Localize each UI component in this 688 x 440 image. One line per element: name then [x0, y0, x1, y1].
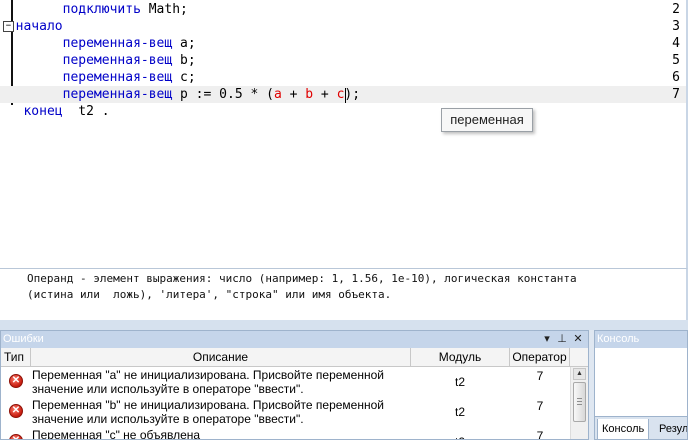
error-module: t2	[411, 435, 509, 439]
keyword-token: переменная-вещ	[62, 36, 173, 51]
errors-panel: Ошибки ▾ ⊥ ✕ Тип Описание Модуль Операто…	[0, 330, 589, 440]
tab-results[interactable]: Резул	[655, 419, 687, 439]
error-description: Переменная "b" не инициализирована. Прис…	[32, 398, 384, 426]
dropdown-icon[interactable]: ▾	[540, 331, 554, 348]
errors-panel-header: Ошибки ▾ ⊥ ✕	[1, 331, 588, 349]
line-number: 4	[672, 36, 680, 51]
scroll-up-arrow-icon[interactable]: ▲	[573, 368, 586, 380]
error-icon: ✕	[9, 374, 23, 388]
identifier-token: b	[305, 87, 314, 102]
code-line-text: подключить Math;	[0, 1, 188, 18]
scroll-thumb[interactable]	[573, 382, 586, 422]
table-row[interactable]: ✕ Переменная "c" не объявлена t2 7	[1, 427, 570, 440]
column-header-module[interactable]: Модуль	[411, 348, 510, 366]
code-line-text: конец t2 .	[0, 103, 110, 120]
syntax-hint-pane: Операнд - элемент выражения: число (напр…	[0, 268, 688, 321]
error-operator: 7	[536, 369, 544, 383]
tab-console[interactable]: Консоль	[597, 419, 650, 439]
code-token: b;	[172, 53, 196, 68]
close-icon[interactable]: ✕	[571, 331, 585, 348]
code-line[interactable]: переменная-вещ a; 4	[0, 35, 686, 52]
keyword-token: подключить	[62, 2, 141, 17]
console-panel-title: Консоль	[597, 333, 640, 345]
code-line[interactable]: начало 3	[0, 18, 686, 35]
keyword-token: переменная-вещ	[62, 53, 173, 68]
errors-panel-title: Ошибки	[3, 333, 44, 345]
code-token: t2 .	[62, 104, 110, 119]
errors-table-header: Тип Описание Модуль Оператор	[1, 348, 588, 367]
error-description: Переменная "a" не инициализирована. Прис…	[32, 368, 384, 396]
code-line[interactable]: переменная-вещ c; 6	[0, 69, 686, 86]
keyword-token: переменная-вещ	[62, 70, 173, 85]
table-row[interactable]: ✕ Переменная "a" не инициализирована. При…	[1, 367, 570, 397]
code-token: +	[281, 87, 306, 102]
hint-text-line-1: Операнд - элемент выражения: число (напр…	[27, 272, 577, 285]
table-row[interactable]: ✕ Переменная "b" не инициализирована. При…	[1, 397, 570, 427]
identifier-token: a	[273, 87, 282, 102]
code-token: );	[344, 87, 361, 102]
panel-splitter[interactable]	[0, 320, 688, 330]
code-line[interactable]: подключить Math; 2	[0, 1, 686, 18]
code-line-text: переменная-вещ c;	[0, 69, 196, 86]
error-icon: ✕	[9, 404, 23, 418]
console-panel: Консоль Консоль Резул	[594, 330, 688, 440]
error-icon: ✕	[9, 434, 23, 439]
line-number: 6	[672, 70, 680, 85]
error-description: Переменная "c" не объявлена	[32, 428, 201, 440]
error-module: t2	[454, 375, 465, 389]
console-panel-header: Консоль	[595, 331, 687, 348]
error-operator: 7	[536, 429, 544, 440]
errors-scrollbar[interactable]: ▲	[570, 367, 588, 439]
line-number: 2	[672, 2, 680, 17]
column-header-type[interactable]: Тип	[1, 348, 31, 366]
keyword-token: переменная-вещ	[62, 87, 173, 102]
code-token: c;	[172, 70, 196, 85]
console-tab-strip: Консоль Резул	[595, 416, 687, 439]
code-line[interactable]: конец t2 .	[0, 103, 686, 120]
error-module: t2	[454, 405, 465, 419]
keyword-token: конец	[23, 104, 63, 119]
code-token: +	[313, 87, 337, 102]
hint-text-line-2: (истина или ложь), 'литера', "строка" ил…	[27, 288, 392, 301]
code-line-text: переменная-вещ b;	[0, 52, 196, 69]
code-token: a;	[172, 36, 196, 51]
keyword-token: начало	[15, 19, 63, 34]
error-operator: 7	[536, 399, 544, 413]
code-line-text: начало	[0, 18, 63, 35]
code-line[interactable]: переменная-вещ p := 0.5 * (a + b + c); 7	[0, 86, 686, 103]
line-number: 7	[672, 87, 680, 102]
line-number: 5	[672, 53, 680, 68]
text-caret	[345, 88, 346, 103]
code-token: Math;	[140, 2, 188, 17]
column-header-description[interactable]: Описание	[31, 348, 411, 366]
code-line-text: переменная-вещ a;	[0, 35, 196, 52]
code-token: p := 0.5 * (	[172, 87, 274, 102]
identifier-tooltip: переменная	[441, 108, 533, 132]
column-header-operator[interactable]: Оператор	[510, 348, 570, 366]
code-editor[interactable]: подключить Math; 2 начало 3 переменная-вещ…	[0, 0, 688, 268]
code-line-text: переменная-вещ p := 0.5 * (a + b + c);	[0, 86, 360, 103]
line-number: 3	[672, 19, 680, 34]
code-line[interactable]: переменная-вещ b; 5	[0, 52, 686, 69]
pin-icon[interactable]: ⊥	[555, 331, 569, 348]
